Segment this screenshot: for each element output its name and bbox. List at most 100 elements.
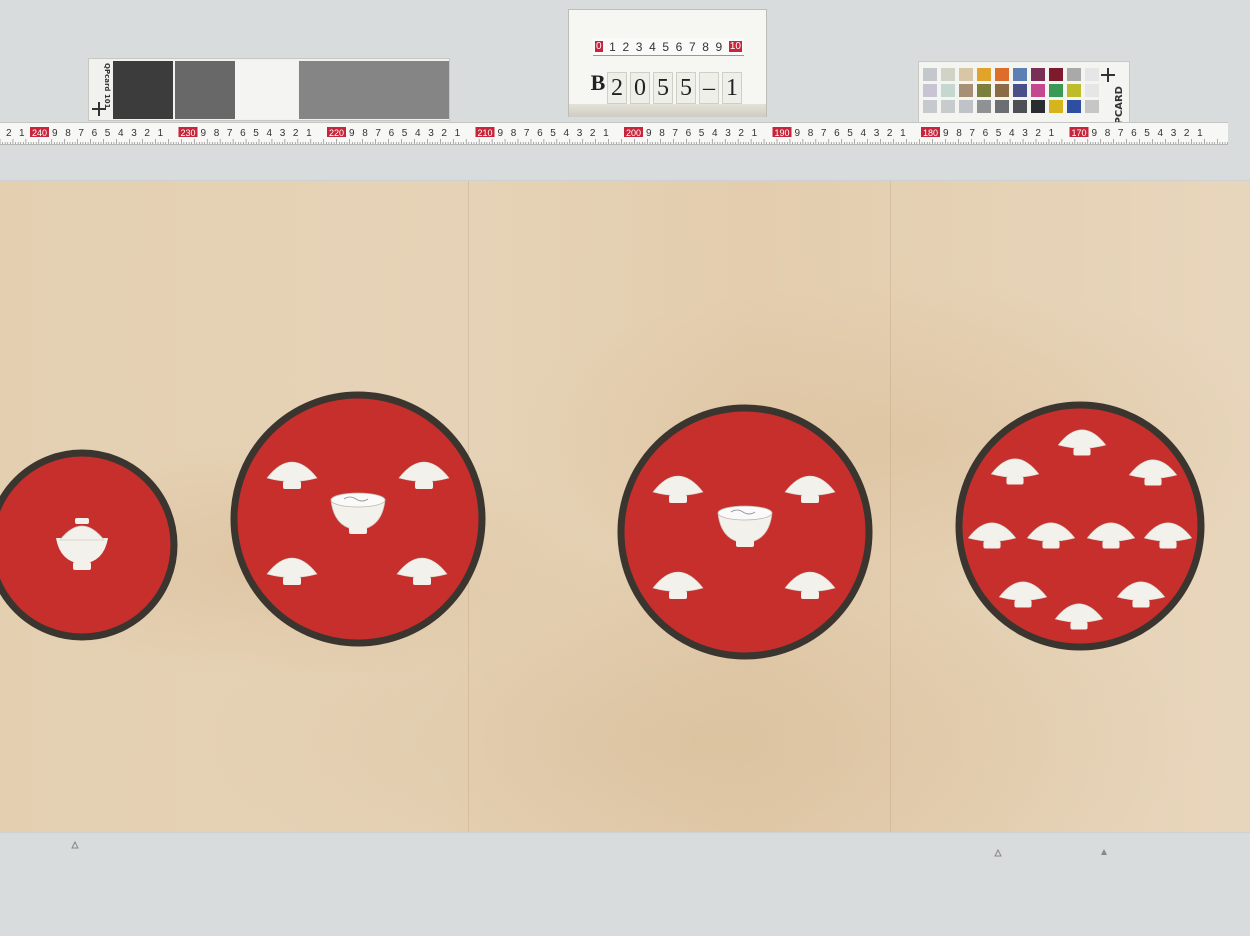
color-swatch [941,100,955,113]
ruler-digit: 9 [201,128,207,139]
color-swatch [1067,68,1081,81]
color-swatch [1067,84,1081,97]
ruler-digit: 7 [227,128,233,139]
marker-triangle-icon [1101,849,1107,855]
mini-ruler-number: 5 [662,39,670,54]
ruler-digit: 4 [1158,128,1164,139]
ruler-digit: 4 [118,128,124,139]
gray-patch-neutral [299,61,449,119]
bowl-foot [1042,540,1060,549]
ruler-digit: 2 [590,128,596,139]
color-swatch [1031,100,1045,113]
mini-ruler-number: 6 [675,39,683,54]
ruler-digit: 6 [983,128,989,139]
bowl-foot [283,481,301,489]
ruler-digit: 1 [455,128,461,139]
accession-char-tile: 2 [607,72,627,104]
ruler-digit: 1 [900,128,906,139]
ruler-digit: 7 [524,128,530,139]
mini-ruler-number: 1 [609,39,616,54]
color-swatch [959,100,973,113]
ruler-digit: 9 [1092,128,1098,139]
bowl-foot [349,527,367,534]
mini-ruler-number: 10 [728,41,742,52]
ruler-digit: 8 [1105,128,1111,139]
bowl-foot [1132,599,1150,608]
bowl-foot [1102,540,1120,549]
ruler-digit: 9 [646,128,652,139]
color-swatch [923,84,937,97]
ruler-digit: 3 [577,128,583,139]
color-swatch [995,84,1009,97]
color-swatch [977,68,991,81]
accession-number: B 2 0 5 5–1 [589,68,745,104]
mini-ruler-number: 0 [595,41,603,52]
ruler-major-label: 240 [32,128,47,138]
bowl-foot [1144,477,1162,486]
ruler-digit: 1 [1197,128,1203,139]
ruler-digit: 8 [659,128,665,139]
ruler-digit: 5 [699,128,705,139]
ruler-digit: 3 [1171,128,1177,139]
bowl-foot [669,495,687,503]
mini-ruler-number: 2 [622,39,630,54]
ruler-digit: 2 [6,128,12,139]
ruler-digit: 6 [389,128,395,139]
ruler-digit: 4 [267,128,273,139]
crosshair-icon [92,102,106,116]
mini-ruler-number: 9 [715,39,723,54]
ruler-digit: 8 [956,128,962,139]
color-swatch [977,100,991,113]
measuring-ruler: 2 1 240 9 8 7 6 5 4 3 2 1 230 9 8 7 6 5 4 3 2 1 220 9 8 7 6 5 4 3 2 1 21… [0,122,1228,145]
ruler-digit: 1 [19,128,25,139]
ruler-digit: 3 [874,128,880,139]
painted-plates [0,391,1205,660]
ruler-digit: 2 [1035,128,1041,139]
marker-triangle-icon [71,840,79,849]
color-checker-card: QPCARD [918,61,1130,133]
accession-char-tile: – [699,72,719,104]
ruler-digit: 8 [511,128,517,139]
label-mini-ruler: 0 1 2 3 4 5 6 7 8 9 10 [593,38,744,56]
ruler-digit: 7 [821,128,827,139]
color-swatch [977,84,991,97]
bowl-foot [801,591,819,599]
mini-ruler-number: 3 [635,39,643,54]
color-swatch [1031,84,1045,97]
bowl-foot [1014,599,1032,608]
ruler-digit: 7 [969,128,975,139]
ruler-digit: 9 [943,128,949,139]
ruler-digit: 3 [280,128,286,139]
bowl-foot [415,481,433,489]
mini-ruler-number: 7 [688,39,696,54]
ruler-digit: 1 [1049,128,1055,139]
ruler-digit: 2 [293,128,299,139]
mini-ruler-number: 4 [649,39,656,54]
gray-patch-mid [175,61,235,119]
color-swatch [923,68,937,81]
color-swatch [1067,100,1081,113]
ruler-digit: 6 [834,128,840,139]
color-swatch [941,84,955,97]
ruler-digit: 3 [725,128,731,139]
ruler-digit: 5 [1144,128,1150,139]
bowl-foot [801,495,819,503]
ruler-scale: 2 1 240 9 8 7 6 5 4 3 2 1 230 9 8 7 6 5 4 3 2 1 220 9 8 7 6 5 4 3 2 1 21… [0,127,1228,144]
ruler-digit: 3 [1022,128,1028,139]
bowl-foot [1070,621,1088,630]
color-swatch [1031,68,1045,81]
ruler-digit: 4 [564,128,570,139]
accession-char-tile: 1 [722,72,742,104]
ruler-digit: 3 [428,128,434,139]
ruler-major-label: 180 [923,128,938,138]
ruler-major-label: 170 [1072,128,1087,138]
ruler-digit: 4 [1009,128,1015,139]
color-swatch [941,68,955,81]
ruler-digit: 9 [795,128,801,139]
ruler-digit: 8 [65,128,71,139]
ruler-digit: 5 [105,128,111,139]
bowl-foot [73,562,91,570]
color-swatch [995,100,1009,113]
accession-char-tile: 0 [630,72,650,104]
color-swatch [923,100,937,113]
